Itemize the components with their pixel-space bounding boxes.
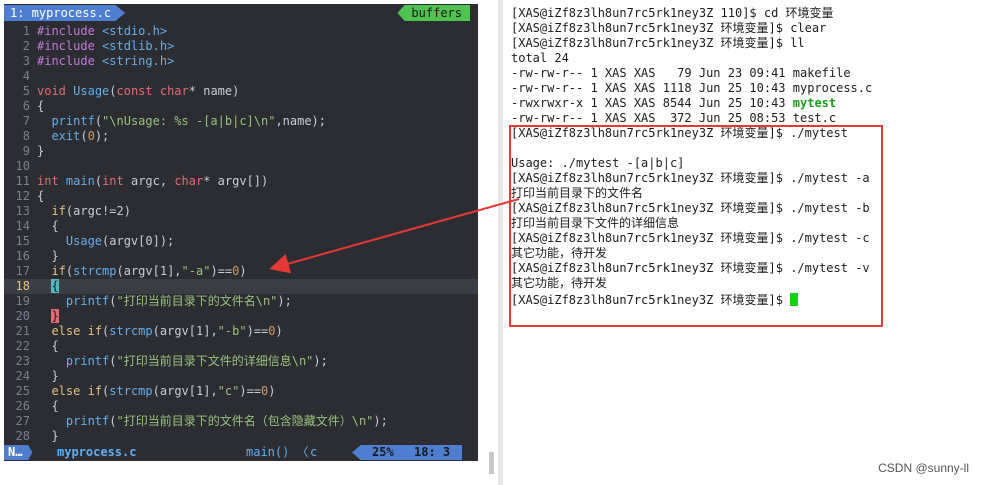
watermark: CSDN @sunny-ll — [878, 461, 969, 475]
annotation-arrow — [269, 198, 520, 274]
